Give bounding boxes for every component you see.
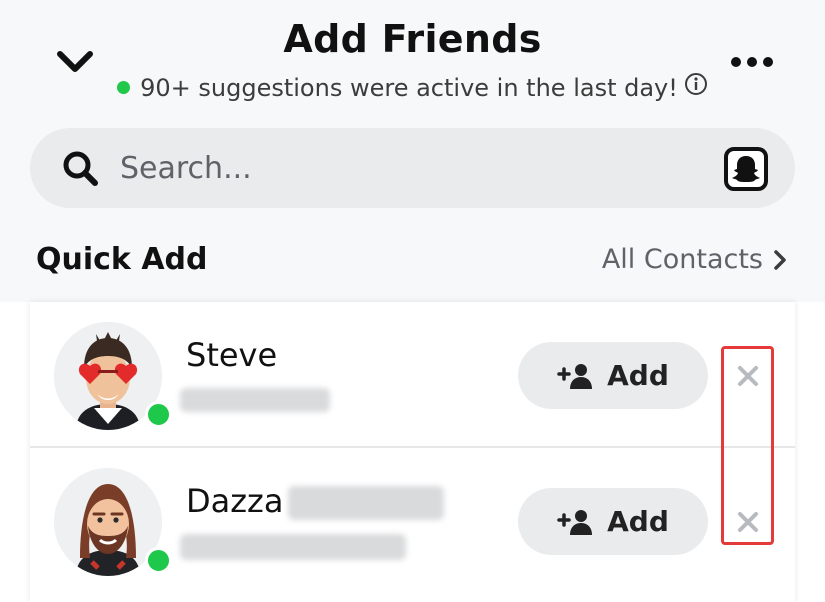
subtitle-text: 90+ suggestions were active in the last … xyxy=(140,74,678,102)
avatar-wrap[interactable] xyxy=(54,468,172,576)
search-input[interactable] xyxy=(120,142,680,194)
page-title: Add Friends xyxy=(283,17,542,61)
blurred-username xyxy=(180,388,330,412)
add-button-label: Add xyxy=(607,359,669,392)
avatar-wrap[interactable] xyxy=(54,322,172,430)
friend-name: Dazza xyxy=(186,482,284,520)
online-status-dot xyxy=(117,80,131,94)
snapcode-ghost-icon[interactable] xyxy=(723,146,769,192)
online-status-dot xyxy=(145,401,172,428)
online-status-dot xyxy=(145,547,172,574)
suggestion-list: Steve Add Dazza Add xyxy=(30,302,795,602)
chevron-right-icon xyxy=(774,249,786,270)
search-icon xyxy=(60,148,102,190)
list-item: Dazza Add xyxy=(30,448,795,592)
all-contacts-link[interactable]: All Contacts xyxy=(602,244,787,275)
add-friend-button[interactable]: Add xyxy=(518,488,708,555)
add-button-label: Add xyxy=(607,505,669,538)
friend-name: Steve xyxy=(186,336,278,374)
add-user-icon xyxy=(557,363,593,389)
add-friend-button[interactable]: Add xyxy=(518,342,708,409)
blurred-username xyxy=(180,534,406,560)
search-bar[interactable] xyxy=(30,128,795,208)
more-dots-icon[interactable] xyxy=(728,52,776,72)
add-user-icon xyxy=(557,509,593,535)
info-icon[interactable] xyxy=(684,72,708,102)
quick-add-title: Quick Add xyxy=(36,242,208,277)
all-contacts-label: All Contacts xyxy=(601,244,763,275)
blurred-surname xyxy=(288,486,444,520)
header: Add Friends 90+ suggestions were active … xyxy=(0,0,825,302)
list-item: Steve Add xyxy=(30,302,795,448)
activity-subtitle: 90+ suggestions were active in the last … xyxy=(0,72,825,104)
highlight-annotation xyxy=(721,346,774,545)
